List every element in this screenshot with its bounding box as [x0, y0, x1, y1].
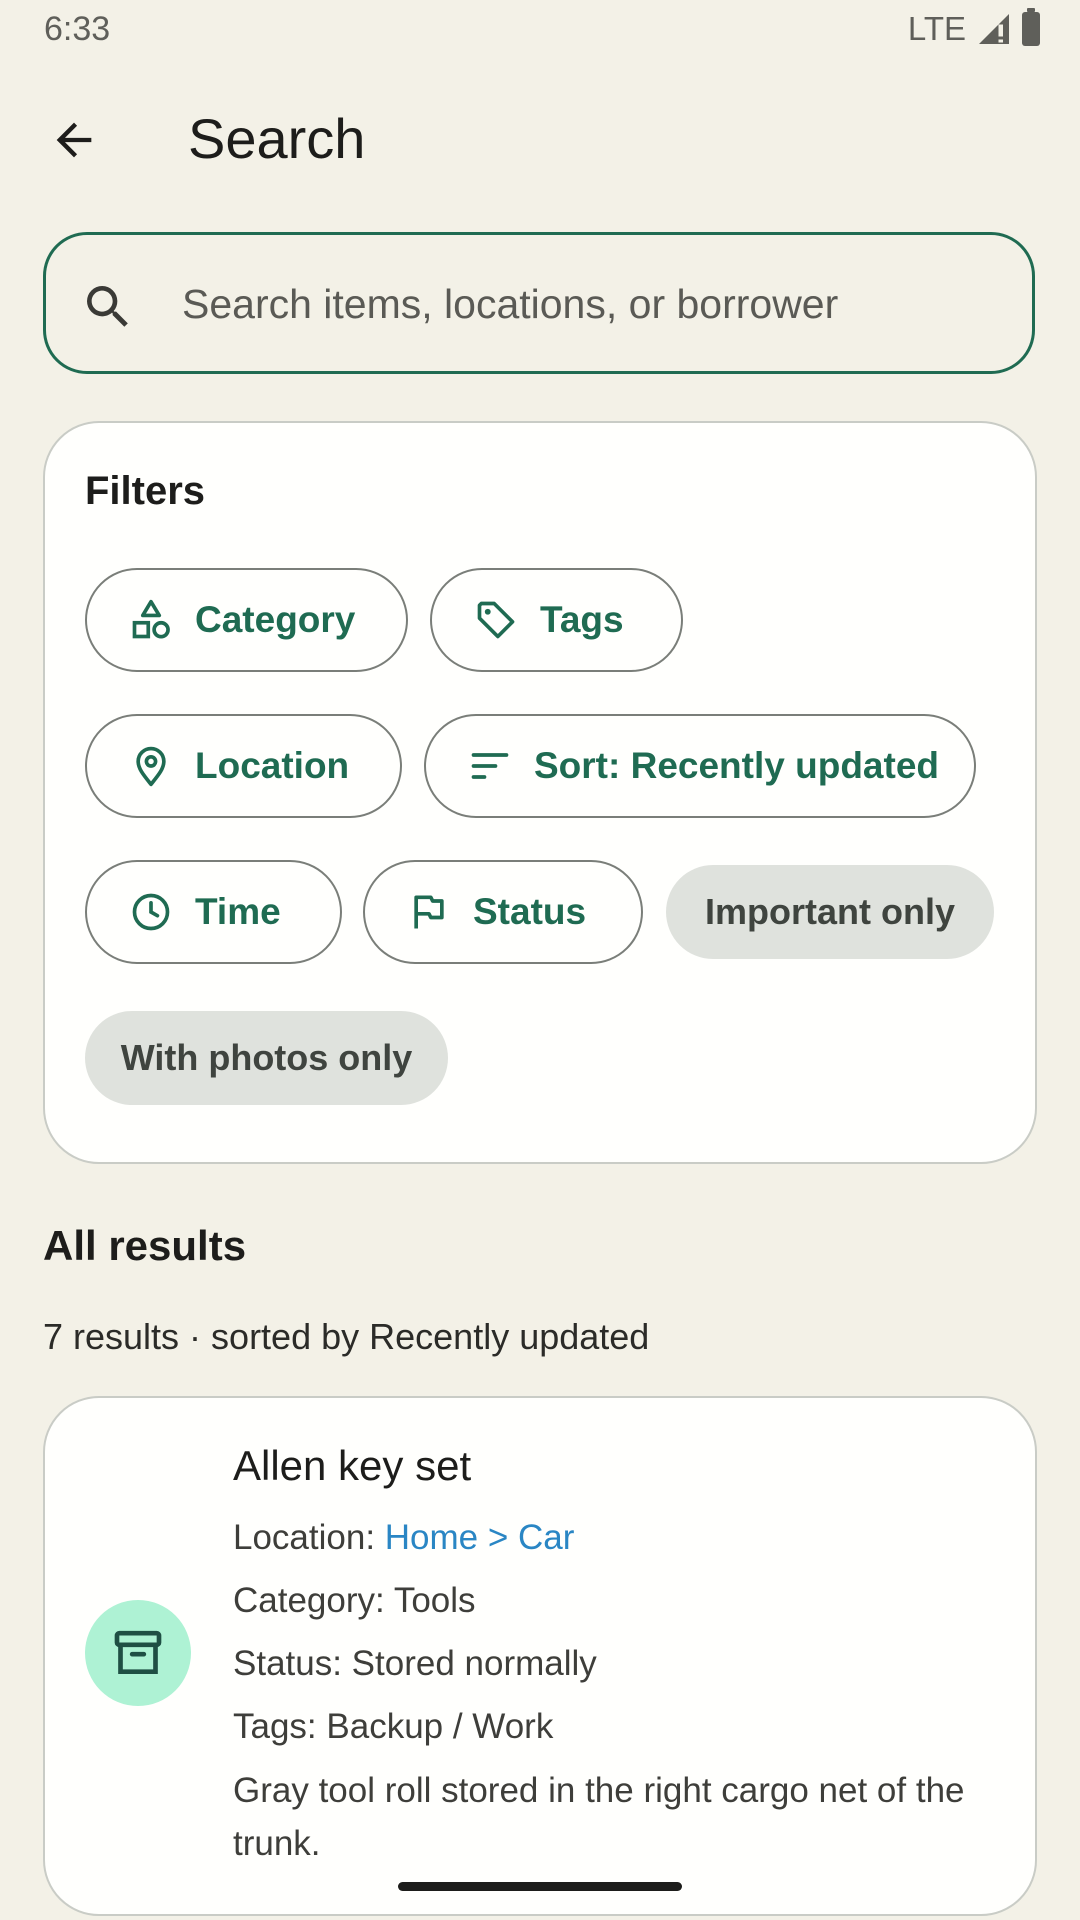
- home-indicator[interactable]: [398, 1882, 682, 1891]
- results-section-title: All results: [43, 1222, 247, 1269]
- status-indicators: LTE: [907, 8, 1040, 48]
- item-category: Category: Tools: [233, 1581, 476, 1620]
- important-only-chip[interactable]: Important only: [666, 865, 994, 959]
- arrow-back-icon: [56, 122, 92, 158]
- battery-icon: [1022, 8, 1040, 46]
- item-description: Gray tool roll stored in the right cargo…: [233, 1771, 965, 1863]
- search-icon: [87, 286, 128, 327]
- item-tags: Tags: Backup / Work: [233, 1707, 554, 1746]
- archive-box-icon: [114, 1630, 162, 1674]
- category-chip-label: Category: [195, 599, 356, 640]
- page-title: Search: [188, 107, 366, 170]
- top-app-bar: Search: [0, 88, 1080, 184]
- network-type: LTE: [907, 10, 966, 47]
- tags-filter-chip[interactable]: Tags: [430, 568, 683, 672]
- tags-chip-label: Tags: [540, 599, 624, 640]
- item-location: Location: Home > Car: [233, 1518, 574, 1558]
- location-filter-chip[interactable]: Location: [85, 714, 402, 818]
- tag-icon: [477, 601, 515, 639]
- sort-filter-chip[interactable]: Sort: Recently updated: [424, 714, 976, 818]
- signal-icon: [979, 14, 1009, 44]
- result-card[interactable]: Allen key set Location: Home > Car Categ…: [43, 1396, 1037, 1916]
- time-filter-chip[interactable]: Time: [85, 860, 342, 964]
- category-filter-chip[interactable]: Category: [85, 568, 408, 672]
- item-status: Status: Stored normally: [233, 1644, 597, 1683]
- clock-icon: [132, 893, 170, 931]
- sort-icon: [471, 753, 509, 779]
- status-filter-chip[interactable]: Status: [363, 860, 643, 964]
- with-photos-only-chip[interactable]: With photos only: [85, 1011, 448, 1105]
- with-photos-only-label: With photos only: [120, 1037, 413, 1078]
- location-chip-label: Location: [195, 745, 350, 786]
- item-name: Allen key set: [233, 1442, 472, 1489]
- item-location-label: Location:: [233, 1518, 385, 1557]
- shapes-icon: [132, 599, 170, 639]
- important-only-label: Important only: [705, 891, 955, 932]
- time-chip-label: Time: [195, 891, 281, 932]
- location-pin-icon: [136, 746, 166, 787]
- status-bar: 6:33 LTE: [0, 0, 1080, 64]
- status-chip-label: Status: [473, 891, 587, 932]
- filters-title: Filters: [85, 469, 206, 513]
- sort-chip-label: Sort: Recently updated: [534, 745, 939, 786]
- item-avatar: [85, 1600, 191, 1706]
- filters-card: Filters Category Tags Location Sort: Rec…: [43, 421, 1037, 1164]
- status-time: 6:33: [44, 10, 111, 48]
- back-button[interactable]: [38, 104, 110, 176]
- results-summary: 7 results · sorted by Recently updated: [43, 1316, 650, 1357]
- search-field[interactable]: [43, 232, 1035, 374]
- flag-icon: [414, 895, 444, 929]
- item-location-link[interactable]: Home > Car: [385, 1518, 575, 1557]
- search-input[interactable]: [180, 263, 1004, 345]
